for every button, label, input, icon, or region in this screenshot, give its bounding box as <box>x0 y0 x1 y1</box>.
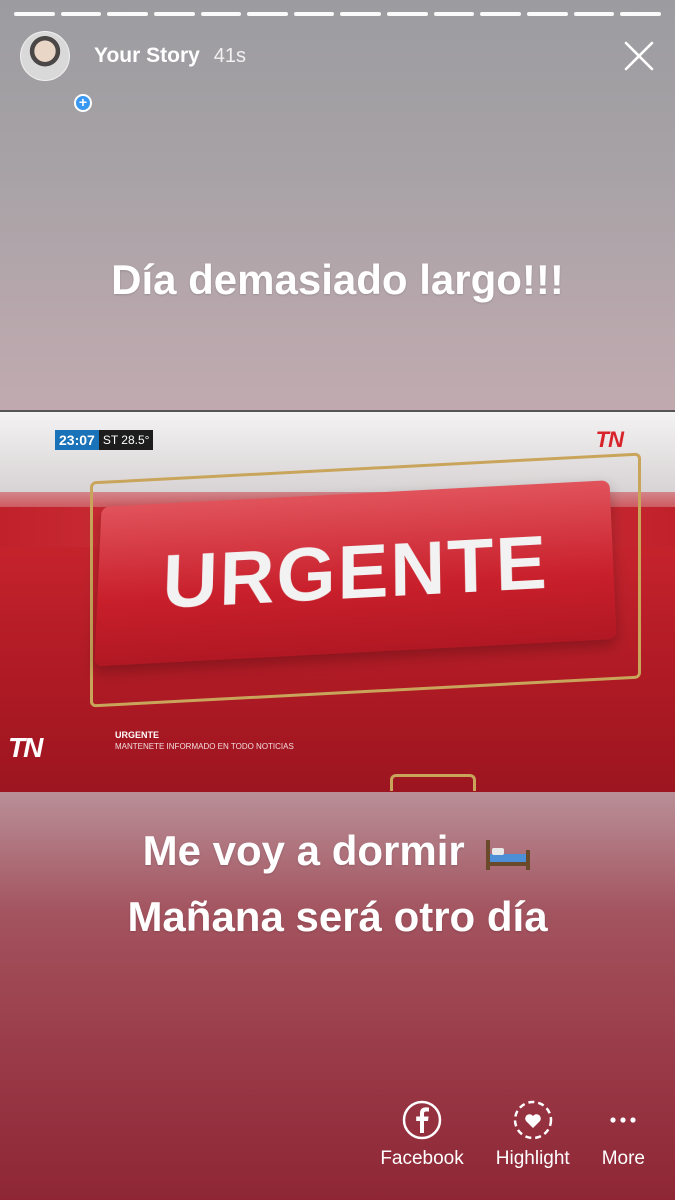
progress-segment <box>61 12 102 16</box>
close-icon[interactable] <box>623 40 655 72</box>
caption-line-2: Mañana será otro día <box>0 884 675 950</box>
tv-clock-box: 23:07 ST 28.5° <box>55 430 153 450</box>
progress-segment <box>14 12 55 16</box>
story-progress-bar <box>14 12 661 16</box>
bed-emoji-icon <box>484 836 532 872</box>
urgent-headline: URGENTE <box>161 519 550 626</box>
progress-segment <box>340 12 381 16</box>
caption-line-1: Me voy a dormir <box>0 818 675 884</box>
urgent-panel: URGENTE <box>94 480 616 666</box>
progress-segment <box>154 12 195 16</box>
story-actions: Facebook Highlight More <box>380 1100 645 1170</box>
tn-logo: TN <box>596 427 623 453</box>
more-label: More <box>602 1148 645 1170</box>
tv-temperature: ST 28.5° <box>99 430 154 450</box>
ticker-subtitle: MANTENETE INFORMADO EN TODO NOTICIAS <box>115 742 294 751</box>
highlight-button[interactable]: Highlight <box>496 1100 570 1170</box>
facebook-icon <box>402 1100 442 1140</box>
progress-segment <box>527 12 568 16</box>
progress-segment <box>247 12 288 16</box>
tv-screenshot-image: 23:07 ST 28.5° TN URGENTE TN URGENTE MAN… <box>0 410 675 792</box>
progress-segment <box>574 12 615 16</box>
story-owner[interactable]: Your Story <box>94 44 200 68</box>
add-story-plus-icon[interactable]: + <box>74 94 92 112</box>
gold-frame-bottom <box>390 774 476 791</box>
progress-segment <box>201 12 242 16</box>
facebook-button[interactable]: Facebook <box>380 1100 463 1170</box>
story-header: + Your Story 41s <box>20 30 655 82</box>
caption-bottom: Me voy a dormir Mañana será otro día <box>0 818 675 950</box>
avatar[interactable] <box>20 31 70 81</box>
ticker-title: URGENTE <box>115 730 159 740</box>
progress-segment <box>294 12 335 16</box>
story-time: 41s <box>214 45 246 68</box>
tv-clock: 23:07 <box>55 430 99 450</box>
more-icon <box>603 1100 643 1140</box>
progress-segment <box>620 12 661 16</box>
progress-segment <box>480 12 521 16</box>
facebook-label: Facebook <box>380 1148 463 1170</box>
progress-segment <box>387 12 428 16</box>
progress-segment <box>107 12 148 16</box>
tn-logo-bottom: TN <box>8 732 41 764</box>
progress-segment <box>434 12 475 16</box>
more-button[interactable]: More <box>602 1100 645 1170</box>
highlight-icon <box>513 1100 553 1140</box>
highlight-label: Highlight <box>496 1148 570 1170</box>
caption-top: Día demasiado largo!!! <box>0 256 675 304</box>
